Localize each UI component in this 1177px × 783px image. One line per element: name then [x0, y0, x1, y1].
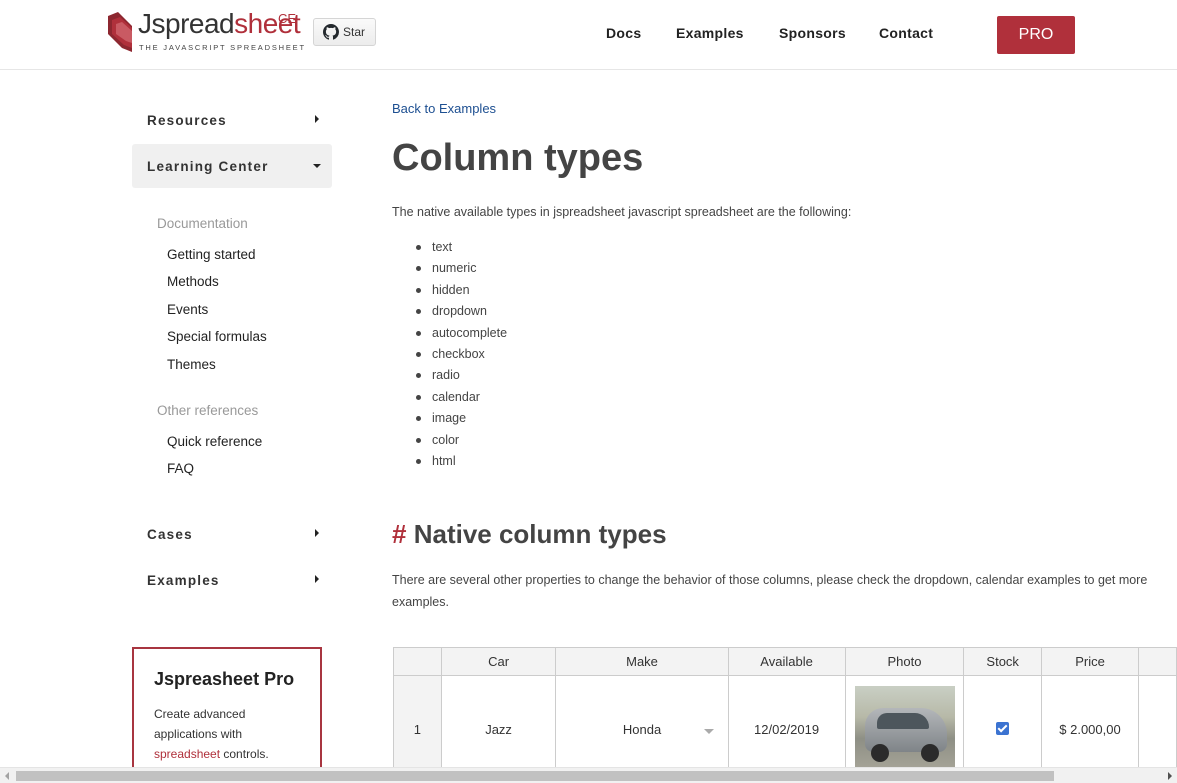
promo-text-after: controls.: [220, 747, 269, 761]
car-wheel-shape: [870, 743, 889, 762]
sidebar-link-events[interactable]: Events: [167, 302, 208, 317]
column-header-extra[interactable]: [1138, 647, 1177, 676]
nav-sponsors[interactable]: Sponsors: [779, 25, 846, 41]
nav-docs[interactable]: Docs: [606, 25, 641, 41]
horizontal-scrollbar[interactable]: [0, 767, 1177, 783]
nav-examples[interactable]: Examples: [676, 25, 744, 41]
page-title: Column types: [392, 137, 644, 179]
logo-wordmark: Jspreadsheet: [138, 8, 301, 40]
promo-text: Create advanced applications with spread…: [154, 704, 300, 764]
caret-right-icon: [315, 575, 319, 583]
sidebar-group-documentation: Documentation: [157, 216, 248, 231]
intro-text: The native available types in jspreadshe…: [392, 205, 852, 219]
logo-word-part1: Jspread: [138, 8, 235, 39]
sidebar-item-resources[interactable]: Resources: [132, 98, 332, 142]
column-header-price[interactable]: Price: [1040, 647, 1140, 676]
sidebar-link-quick-reference[interactable]: Quick reference: [167, 434, 262, 449]
pro-button[interactable]: PRO: [997, 16, 1075, 54]
sidebar-item-label: Resources: [147, 112, 227, 128]
scroll-left-arrow-icon[interactable]: [5, 772, 9, 780]
logo-tagline: THE JAVASCRIPT SPREADSHEET: [139, 43, 306, 52]
list-item: radio: [412, 366, 507, 387]
promo-text-before: Create advanced applications with: [154, 707, 246, 741]
sidebar-link-special-formulas[interactable]: Special formulas: [167, 329, 267, 344]
caret-right-icon: [315, 529, 319, 537]
nav-contact[interactable]: Contact: [879, 25, 933, 41]
stock-checkbox[interactable]: [996, 721, 1010, 735]
sidebar-item-cases[interactable]: Cases: [132, 512, 332, 556]
cell-make-value: Honda: [622, 722, 662, 737]
github-star-button[interactable]: Star: [313, 18, 376, 46]
spreadsheet-table: Car Make Available Photo Stock Price 1 J…: [393, 647, 1177, 783]
car-photo-image: [854, 685, 955, 774]
logo-mark-icon: [108, 12, 132, 52]
list-item: autocomplete: [412, 324, 507, 345]
table-header-row: Car Make Available Photo Stock Price: [393, 647, 1177, 676]
column-header-photo[interactable]: Photo: [844, 647, 965, 676]
column-types-list: text numeric hidden dropdown autocomplet…: [412, 238, 507, 473]
sidebar-link-themes[interactable]: Themes: [167, 357, 216, 372]
promo-title: Jspreasheet Pro: [154, 669, 295, 689]
sidebar-item-learning-center[interactable]: Learning Center: [132, 144, 332, 188]
scrollbar-thumb[interactable]: [16, 771, 1054, 781]
list-item: image: [412, 409, 507, 430]
list-item: text: [412, 238, 507, 259]
scroll-right-arrow-icon[interactable]: [1168, 772, 1172, 780]
sidebar-item-examples[interactable]: Examples: [132, 558, 332, 602]
promo-spreadsheet-link[interactable]: spreadsheet: [154, 747, 220, 761]
sidebar-link-methods[interactable]: Methods: [167, 274, 219, 289]
section-title: Native column types: [413, 519, 667, 549]
corner-header[interactable]: [393, 647, 442, 676]
list-item: hidden: [412, 281, 507, 302]
jspreadsheet-logo[interactable]: Jspreadsheet CE THE JAVASCRIPT SPREADSHE…: [106, 8, 304, 56]
caret-right-icon: [315, 115, 319, 123]
github-icon: [323, 24, 339, 40]
car-wheel-shape: [920, 743, 939, 762]
column-header-available[interactable]: Available: [727, 647, 846, 676]
anchor-hash-link[interactable]: #: [392, 519, 406, 549]
site-header: Jspreadsheet CE THE JAVASCRIPT SPREADSHE…: [0, 0, 1177, 70]
sidebar-item-label: Cases: [147, 526, 193, 542]
list-item: html: [412, 452, 507, 473]
column-header-car[interactable]: Car: [440, 647, 557, 676]
list-item: numeric: [412, 259, 507, 280]
sidebar-link-getting-started[interactable]: Getting started: [167, 247, 256, 262]
caret-down-icon: [313, 164, 321, 168]
list-item: calendar: [412, 388, 507, 409]
sidebar-item-label: Examples: [147, 572, 220, 588]
section-heading: # Native column types: [392, 519, 667, 550]
column-header-stock[interactable]: Stock: [963, 647, 1042, 676]
section-text: There are several other properties to ch…: [392, 573, 1148, 609]
column-header-make[interactable]: Make: [555, 647, 729, 676]
list-item: color: [412, 431, 507, 452]
list-item: dropdown: [412, 302, 507, 323]
sidebar-item-label: Learning Center: [147, 158, 269, 174]
sidebar-group-other-references: Other references: [157, 403, 259, 418]
logo-edition: CE: [278, 11, 297, 26]
star-label: Star: [343, 25, 366, 39]
dropdown-arrow-icon: [703, 729, 714, 734]
sidebar-link-faq[interactable]: FAQ: [167, 461, 194, 476]
back-to-examples-link[interactable]: Back to Examples: [392, 101, 496, 116]
list-item: checkbox: [412, 345, 507, 366]
car-window-shape: [876, 712, 929, 729]
pro-promo-box: Jspreasheet Pro Create advanced applicat…: [132, 647, 322, 777]
